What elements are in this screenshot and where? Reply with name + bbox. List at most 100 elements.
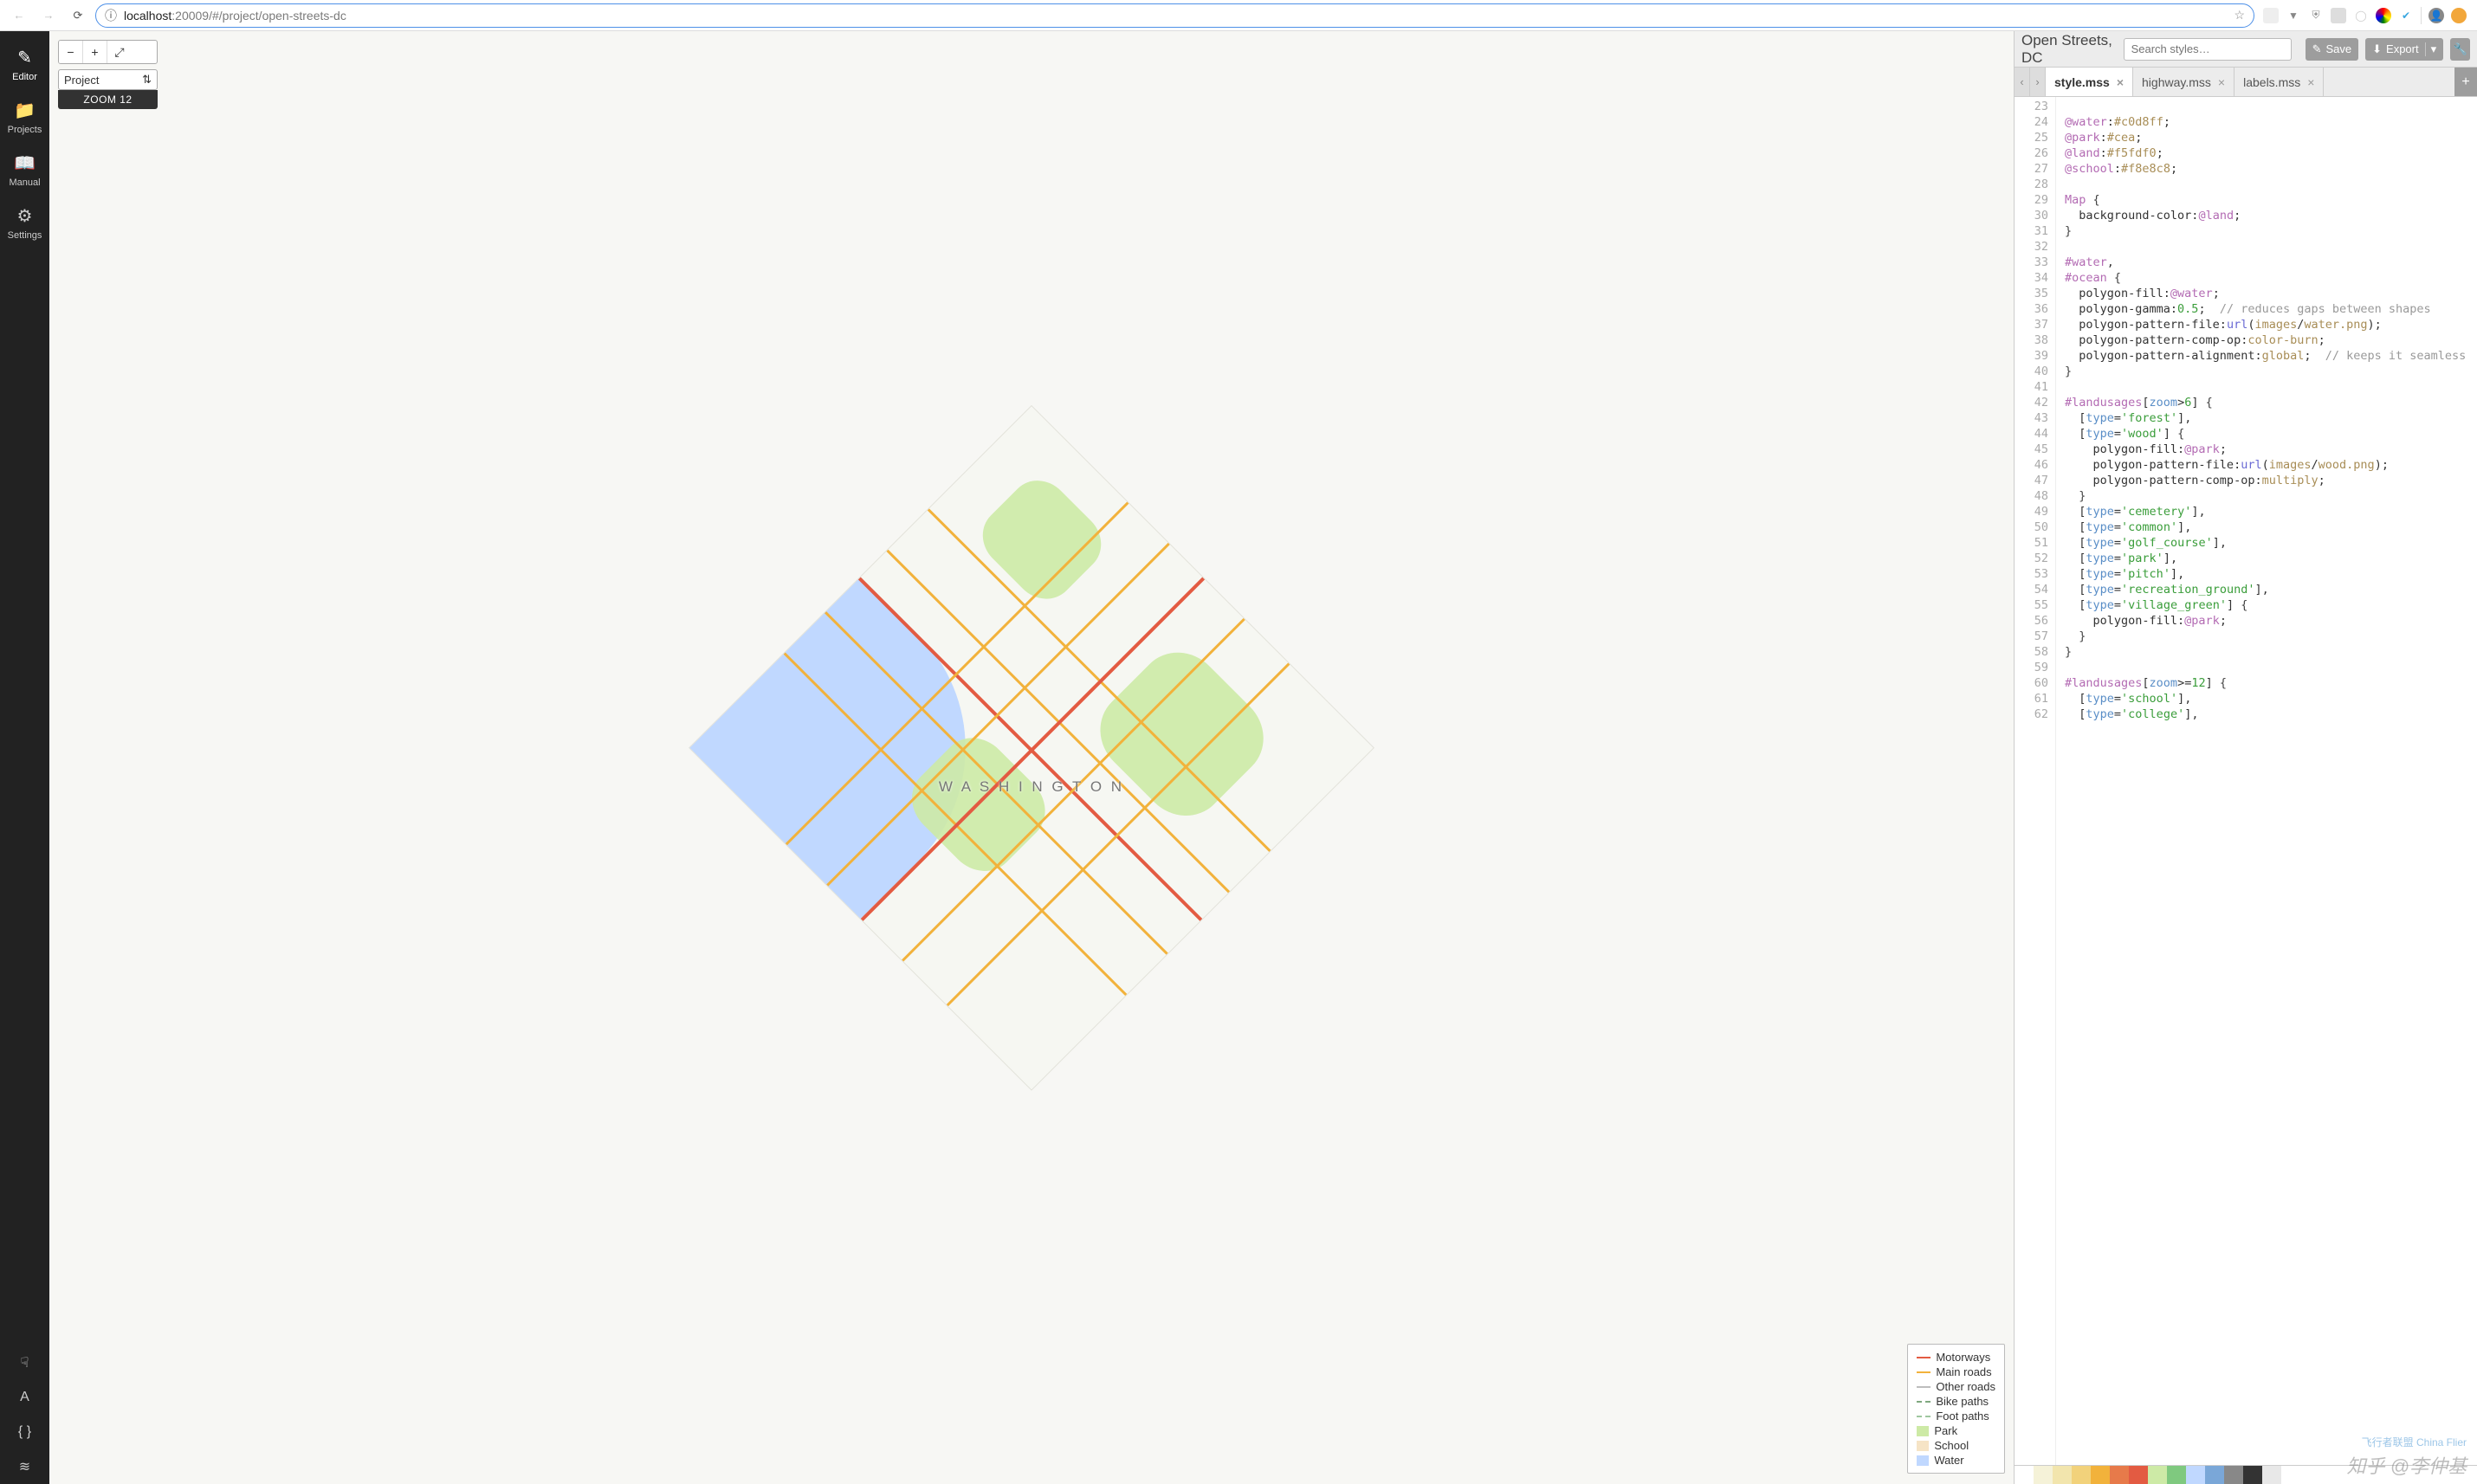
tab-highway-mss[interactable]: highway.mss× [2133,68,2234,96]
map-pane[interactable]: − + ⤢ Project ⇅ ZOOM 12 [49,31,2015,1484]
tab-scroll-right[interactable]: › [2030,68,2046,96]
profile-icon[interactable]: 👤 [2428,8,2444,23]
tool-brackets[interactable]: { } [0,1415,49,1449]
tool-pointer[interactable]: ☟ [0,1345,49,1380]
legend-label: Bike paths [1936,1395,1989,1408]
reload-button[interactable]: ⟳ [66,3,90,28]
palette-swatch[interactable] [2053,1466,2072,1484]
line-gutter: 2324252627282930313233343536373839404142… [2015,97,2056,1465]
legend-swatch [1917,1357,1931,1358]
editor-pane: Open Streets, DC ✎ Save ⬇ Export ▾ 🔧 ‹ ›… [2015,31,2477,1484]
sidebar-item-manual[interactable]: 📖Manual [8,144,42,197]
code-line: polygon-pattern-file:url(images/water.pn… [2065,317,2466,332]
url-bar[interactable]: ⓘ localhost:20009/#/project/open-streets… [95,3,2254,28]
zoom-out-button[interactable]: − [59,41,83,63]
code-content[interactable]: @water:#c0d8ff;@park:#cea;@land:#f5fdf0;… [2056,97,2466,1465]
ext-icon-1[interactable] [2263,8,2279,23]
palette-swatch[interactable] [2091,1466,2110,1484]
sidebar-item-editor[interactable]: ✎Editor [8,38,42,91]
legend-label: Motorways [1936,1351,1990,1364]
save-button-label: Save [2325,42,2351,55]
tool-layers[interactable]: ≋ [0,1449,49,1484]
ext-icon-4[interactable] [2331,8,2346,23]
tool-text[interactable]: A [0,1380,49,1415]
projection-select-label: Project [64,74,99,87]
close-icon[interactable]: × [2117,75,2124,89]
back-button[interactable]: ← [7,3,31,28]
bookmark-star-icon[interactable]: ☆ [2234,8,2245,23]
projection-select[interactable]: Project ⇅ [58,69,158,90]
palette-swatch[interactable] [2072,1466,2091,1484]
code-editor[interactable]: 2324252627282930313233343536373839404142… [2015,97,2477,1465]
chevron-updown-icon: ⇅ [142,73,152,87]
code-line: [type='park'], [2065,551,2466,566]
settings-wrench-button[interactable]: 🔧 [2450,38,2470,61]
color-palette [2015,1465,2477,1484]
download-icon: ⬇ [2372,42,2382,56]
code-line: @water:#c0d8ff; [2065,114,2466,130]
close-icon[interactable]: × [2307,75,2314,89]
palette-swatch[interactable] [2243,1466,2262,1484]
tab-labels-mss[interactable]: labels.mss× [2234,68,2324,96]
palette-swatch[interactable] [2034,1466,2053,1484]
palette-swatch[interactable] [2167,1466,2186,1484]
projects-icon: 📁 [14,100,36,121]
code-line: @land:#f5fdf0; [2065,145,2466,161]
legend-row: Park [1917,1423,1995,1438]
project-title: Open Streets, DC [2021,32,2117,67]
search-styles-input[interactable] [2124,38,2292,61]
zoom-extent-button[interactable]: ⤢ [107,41,132,63]
code-line: #ocean { [2065,270,2466,286]
code-line [2065,239,2466,255]
forward-button[interactable]: → [36,3,61,28]
code-line [2065,379,2466,395]
sidebar-item-projects[interactable]: 📁Projects [8,91,42,144]
sidebar-item-label: Settings [8,230,42,241]
add-tab-button[interactable]: + [2454,68,2477,96]
legend-swatch [1917,1416,1931,1417]
code-line: [type='recreation_ground'], [2065,582,2466,597]
legend-swatch [1917,1455,1929,1466]
ext-icon-3[interactable]: ⛨ [2308,8,2324,23]
palette-swatch[interactable] [2110,1466,2129,1484]
ext-icon-5[interactable]: ◯ [2353,8,2369,23]
tab-label: style.mss [2054,75,2110,89]
zoom-in-button[interactable]: + [83,41,107,63]
code-line: [type='forest'], [2065,410,2466,426]
ext-icon-6[interactable] [2376,8,2391,23]
code-line: [type='golf_course'], [2065,535,2466,551]
palette-swatch[interactable] [2148,1466,2167,1484]
code-line [2065,660,2466,675]
map-canvas[interactable]: W A S H I N G T O N [49,31,2014,1484]
code-line: polygon-pattern-comp-op:color-burn; [2065,332,2466,348]
url-host: localhost [124,9,171,23]
code-line: polygon-pattern-alignment:global; // kee… [2065,348,2466,364]
legend-swatch [1917,1441,1929,1451]
code-line [2065,99,2466,114]
palette-swatch[interactable] [2186,1466,2205,1484]
palette-swatch[interactable] [2205,1466,2224,1484]
extension-icons: ▼ ⛨ ◯ ✔ 👤 [2260,7,2470,24]
code-line: [type='village_green'] { [2065,597,2466,613]
tab-scroll-left[interactable]: ‹ [2015,68,2030,96]
close-icon[interactable]: × [2218,75,2225,89]
ext-icon-7[interactable]: ✔ [2398,8,2414,23]
save-button[interactable]: ✎ Save [2306,38,2359,61]
code-line: } [2065,488,2466,504]
sidebar-item-label: Manual [9,177,40,188]
palette-swatch[interactable] [2224,1466,2243,1484]
legend-row: Motorways [1917,1350,1995,1365]
editor-tabs: ‹ › style.mss×highway.mss×labels.mss× + [2015,68,2477,97]
ext-icon-8[interactable] [2451,8,2467,23]
palette-swatch[interactable] [2015,1466,2034,1484]
code-line [2065,177,2466,192]
ext-icon-2[interactable]: ▼ [2286,8,2301,23]
legend-row: Foot paths [1917,1409,1995,1423]
palette-swatch[interactable] [2129,1466,2148,1484]
sidebar-item-settings[interactable]: ⚙Settings [8,197,42,249]
export-button[interactable]: ⬇ Export ▾ [2365,38,2443,61]
zoom-controls: − + ⤢ [58,40,158,64]
code-line: [type='wood'] { [2065,426,2466,442]
tab-style-mss[interactable]: style.mss × [2046,68,2133,96]
palette-swatch[interactable] [2262,1466,2281,1484]
